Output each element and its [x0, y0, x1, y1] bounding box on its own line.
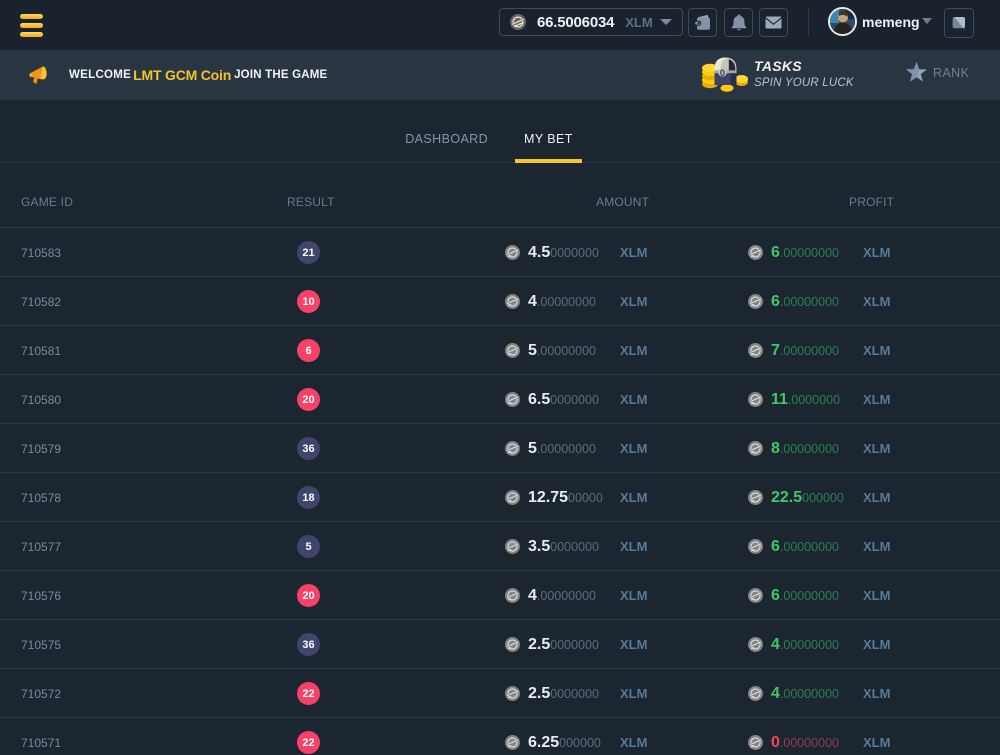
svg-text:0: 0: [720, 68, 725, 79]
